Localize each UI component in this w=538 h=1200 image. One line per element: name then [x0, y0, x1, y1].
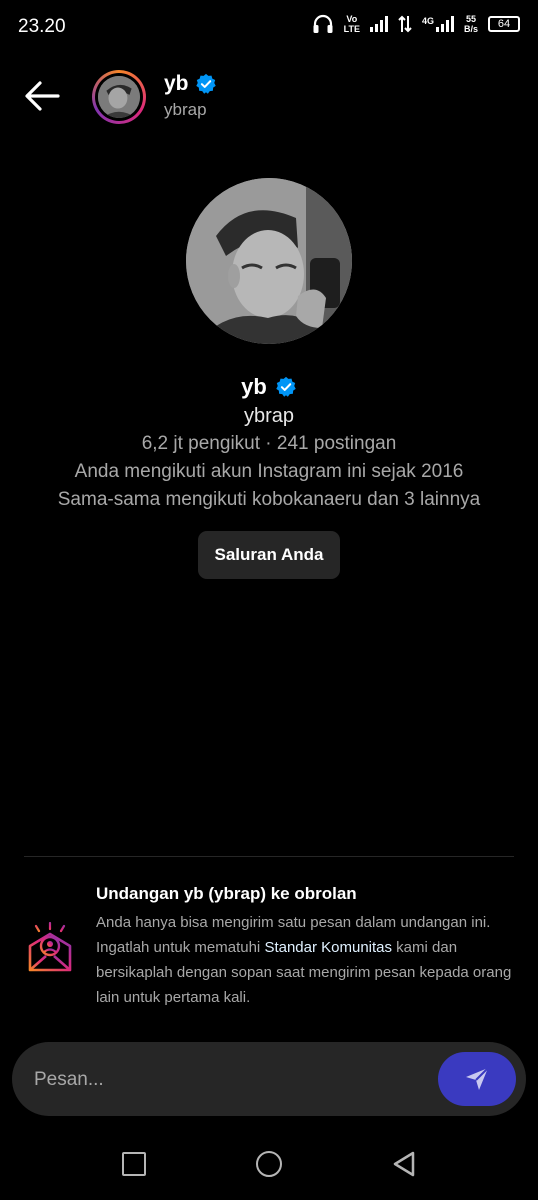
nav-back-icon[interactable]: [392, 1150, 416, 1178]
speed-unit: B/s: [463, 24, 478, 34]
status-icons: Vo LTE 4G 55 B/s 64: [312, 14, 520, 34]
nav-home-icon[interactable]: [256, 1151, 282, 1177]
header-name: yb: [164, 72, 189, 95]
signal-icon: [369, 16, 388, 32]
header-avatar[interactable]: [92, 70, 146, 124]
profile-mutual-followers[interactable]: Sama-sama mengikuti kobokanaeru dan 3 la…: [0, 489, 538, 511]
speed-value: 55: [465, 14, 476, 24]
network-speed: 55 B/s: [464, 14, 478, 34]
profile-following-since: Anda mengikuti akun Instagram ini sejak …: [74, 461, 464, 482]
volte-top: Vo: [346, 14, 358, 24]
volte-indicator: Vo LTE: [344, 14, 360, 34]
data-transfer-icon: [398, 15, 412, 33]
invite-envelope-icon: [28, 922, 72, 972]
nav-recents-icon[interactable]: [122, 1152, 146, 1176]
battery-icon: 64: [488, 16, 520, 32]
verified-badge-icon: [276, 376, 296, 397]
header-name-row[interactable]: yb: [164, 72, 217, 96]
send-icon: [466, 1067, 489, 1090]
signal-icon-2: [435, 16, 454, 32]
verified-badge-icon: [195, 73, 216, 94]
send-button[interactable]: [438, 1052, 516, 1106]
header-username: ybrap: [164, 100, 207, 119]
community-standards-link[interactable]: Standar Komunitas: [264, 939, 392, 956]
channel-button[interactable]: Saluran Anda: [198, 531, 340, 579]
message-composer: [12, 1042, 526, 1118]
back-arrow-icon[interactable]: [22, 78, 62, 114]
profile-name-row: yb: [0, 374, 538, 400]
profile-stats: 6,2 jt pengikut · 241 postingan: [141, 433, 397, 454]
profile-photo: [186, 178, 352, 344]
status-time: 23.20: [18, 16, 66, 37]
profile-username: ybrap: [243, 405, 295, 427]
invite-title: Undangan yb (ybrap) ke obrolan: [96, 884, 357, 903]
network-type: 4G: [421, 16, 434, 26]
headphones-icon: [313, 14, 333, 33]
profile-avatar[interactable]: [186, 178, 352, 344]
header-avatar-photo: [98, 76, 140, 118]
message-input[interactable]: [32, 1042, 416, 1118]
volte-bottom: LTE: [343, 24, 360, 34]
divider: [24, 856, 514, 857]
invite-body: Anda hanya bisa mengirim satu pesan dala…: [96, 910, 514, 1010]
profile-name: yb: [241, 374, 267, 399]
